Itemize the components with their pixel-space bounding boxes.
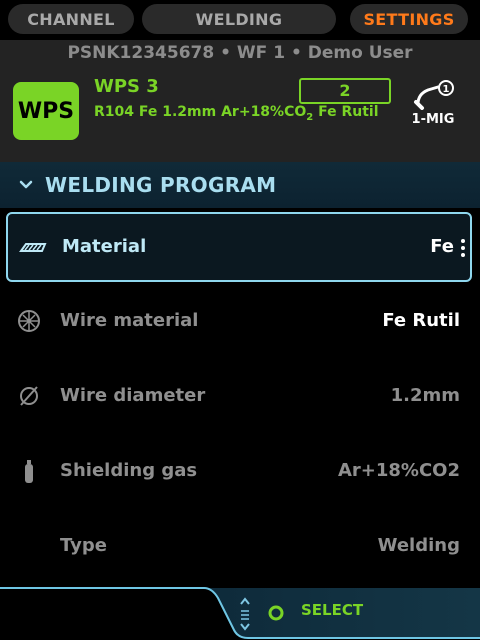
row-wire-diameter[interactable]: Wire diameter 1.2mm (0, 359, 480, 433)
wps-desc-main: R104 Fe 1.2mm Ar+18%CO (94, 104, 307, 120)
diameter-icon (20, 386, 38, 406)
row-wire-material[interactable]: Wire material Fe Rutil (0, 284, 480, 358)
select-button-icon (268, 605, 284, 621)
tab-welding[interactable]: WELDING (142, 4, 336, 34)
separator-dot: • (220, 43, 237, 63)
mig-torch-icon[interactable]: 1 (412, 80, 456, 110)
row-value: Welding (377, 535, 460, 556)
row-value: Ar+18%CO2 (337, 460, 460, 481)
user-name: Demo User (307, 43, 413, 63)
gas-cylinder-icon (25, 460, 33, 483)
status-header: PSNK12345678 • WF 1 • Demo User WPS WPS … (0, 40, 480, 162)
wps-logo[interactable]: WPS (13, 82, 79, 140)
row-value: Fe (430, 236, 454, 257)
tab-settings[interactable]: SETTINGS (350, 4, 468, 34)
device-info-line: PSNK12345678 • WF 1 • Demo User (0, 40, 480, 66)
row-type[interactable]: Type Welding (0, 509, 480, 583)
wps-description: R104 Fe 1.2mm Ar+18%CO2 Fe Rutil (94, 104, 379, 123)
process-number: 1 (443, 84, 450, 95)
row-label: Shielding gas (60, 460, 198, 481)
row-value: 1.2mm (390, 385, 460, 406)
row-shielding-gas[interactable]: Shielding gas Ar+18%CO2 (0, 434, 480, 508)
more-options-icon[interactable] (460, 238, 466, 258)
row-label: Type (60, 535, 107, 556)
wps-title: WPS 3 (94, 76, 159, 97)
section-title: WELDING PROGRAM (45, 173, 277, 197)
material-icon (19, 243, 47, 252)
row-label: Material (62, 236, 147, 257)
serial-number: PSNK12345678 (67, 43, 215, 63)
separator-dot: • (290, 43, 308, 63)
wire-feeder-label: WF 1 (236, 43, 286, 63)
row-label: Wire diameter (60, 385, 206, 406)
tab-channel[interactable]: CHANNEL (8, 4, 134, 34)
section-welding-program[interactable]: WELDING PROGRAM (0, 162, 480, 208)
process-label: 1-MIG (411, 112, 455, 127)
scroll-dial-icon (240, 597, 250, 631)
wps-desc-suffix: Fe Rutil (313, 104, 379, 120)
row-material[interactable]: Material Fe (6, 212, 472, 282)
row-value: Fe Rutil (382, 310, 460, 331)
wps-memory-badge[interactable]: 2 (299, 78, 391, 104)
chevron-down-icon (19, 180, 33, 189)
row-label: Wire material (60, 310, 199, 331)
top-tab-bar: CHANNEL WELDING SETTINGS (0, 0, 480, 40)
wire-reel-icon (18, 310, 40, 332)
select-action-label[interactable]: SELECT (301, 601, 363, 619)
